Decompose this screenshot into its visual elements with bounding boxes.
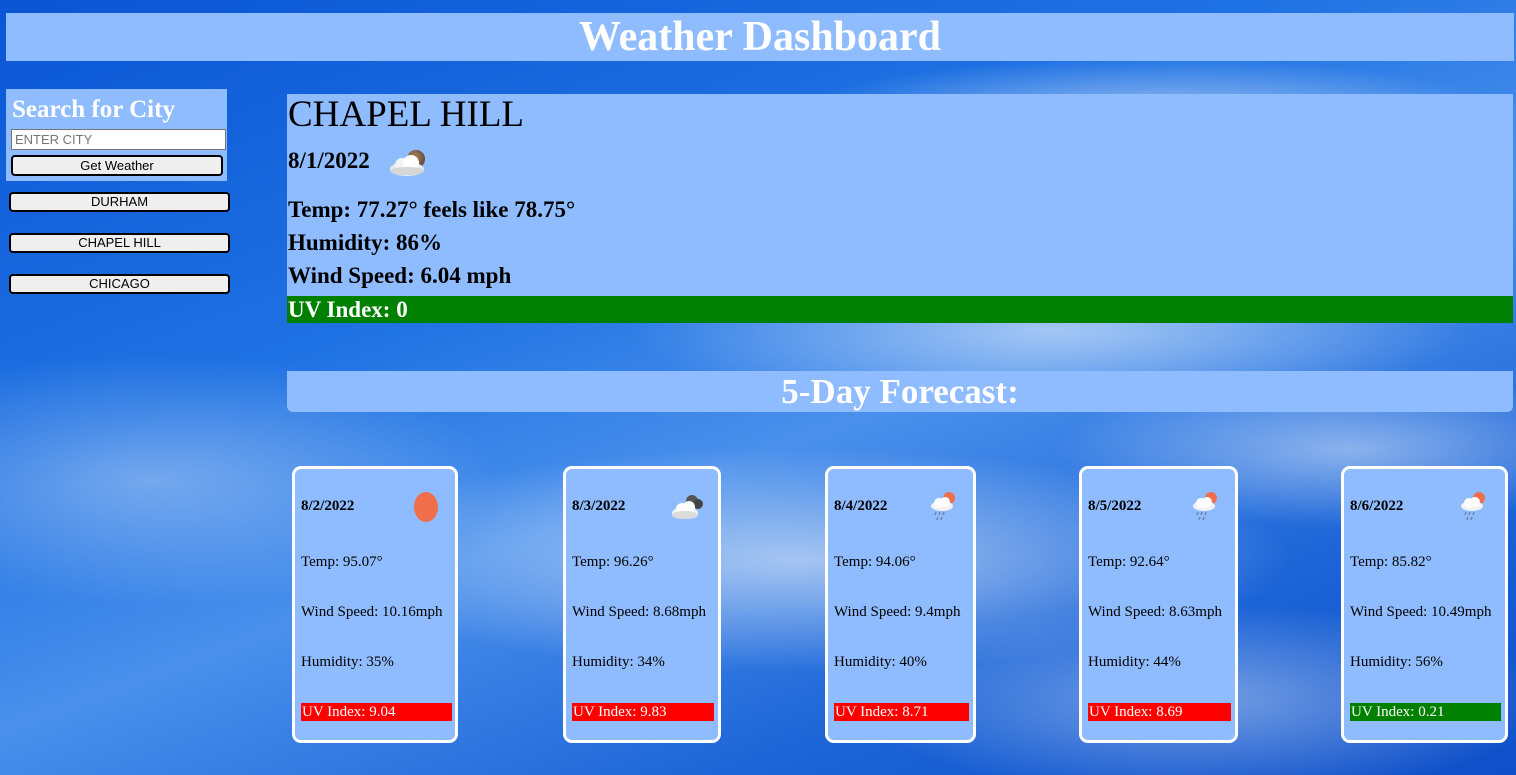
- forecast-wind: Wind Speed: 10.16mph: [301, 604, 443, 620]
- forecast-humidity: Humidity: 34%: [572, 654, 665, 670]
- forecast-temp: Temp: 96.26°: [572, 554, 654, 570]
- forecast-card: 8/5/2022 Temp: 92.64° Wind Speed: 8.63mp…: [1079, 466, 1238, 743]
- rain-icon: [1461, 492, 1485, 521]
- forecast-uv-index: UV Index: 9.04: [301, 703, 452, 721]
- current-city-name: CHAPEL HILL: [288, 94, 525, 135]
- forecast-uv-index: UV Index: 8.69: [1088, 703, 1231, 721]
- page-title: Weather Dashboard: [6, 13, 1514, 61]
- forecast-wind: Wind Speed: 8.63mph: [1088, 604, 1222, 620]
- current-humidity: Humidity: 86%: [288, 230, 442, 255]
- forecast-uv-index: UV Index: 9.83: [572, 703, 714, 721]
- forecast-date: 8/6/2022: [1350, 498, 1404, 514]
- history-city-button[interactable]: CHICAGO: [9, 274, 230, 294]
- forecast-humidity: Humidity: 35%: [301, 654, 394, 670]
- rain-icon: [931, 492, 955, 521]
- search-panel: Search for City Get Weather: [6, 89, 227, 181]
- forecast-card: 8/3/2022 Temp: 96.26° Wind Speed: 8.68mp…: [563, 466, 721, 743]
- get-weather-button[interactable]: Get Weather: [11, 155, 223, 176]
- forecast-date: 8/3/2022: [572, 498, 626, 514]
- clouds-icon: [672, 495, 703, 519]
- partly-cloudy-icon: [390, 150, 425, 176]
- forecast-card: 8/6/2022 Temp: 85.82° Wind Speed: 10.49m…: [1341, 466, 1508, 743]
- forecast-temp: Temp: 95.07°: [301, 554, 383, 570]
- forecast-date: 8/2/2022: [301, 498, 355, 514]
- forecast-wind: Wind Speed: 10.49mph: [1350, 604, 1492, 620]
- forecast-title: 5-Day Forecast:: [287, 371, 1513, 412]
- current-wind-speed: Wind Speed: 6.04 mph: [288, 263, 512, 288]
- forecast-card: 8/4/2022 Temp: 94.06° Wind Speed: 9.4mph…: [825, 466, 976, 743]
- forecast-date: 8/5/2022: [1088, 498, 1142, 514]
- history-city-button[interactable]: DURHAM: [9, 192, 230, 212]
- city-search-input[interactable]: [11, 129, 226, 150]
- rain-icon: [1193, 492, 1217, 521]
- forecast-temp: Temp: 92.64°: [1088, 554, 1170, 570]
- current-date: 8/1/2022: [288, 148, 370, 173]
- search-title: Search for City: [12, 96, 175, 123]
- forecast-wind: Wind Speed: 8.68mph: [572, 604, 706, 620]
- forecast-temp: Temp: 94.06°: [834, 554, 916, 570]
- forecast-humidity: Humidity: 56%: [1350, 654, 1443, 670]
- current-weather-panel: CHAPEL HILL 8/1/2022 Temp: 77.27° feels …: [287, 94, 1513, 323]
- sun-icon: [414, 492, 438, 522]
- forecast-wind: Wind Speed: 9.4mph: [834, 604, 961, 620]
- forecast-temp: Temp: 85.82°: [1350, 554, 1432, 570]
- forecast-humidity: Humidity: 44%: [1088, 654, 1181, 670]
- history-city-button[interactable]: CHAPEL HILL: [9, 233, 230, 253]
- forecast-uv-index: UV Index: 0.21: [1350, 703, 1501, 721]
- forecast-card: 8/2/2022 Temp: 95.07° Wind Speed: 10.16m…: [292, 466, 458, 743]
- forecast-humidity: Humidity: 40%: [834, 654, 927, 670]
- forecast-date: 8/4/2022: [834, 498, 888, 514]
- current-temp: Temp: 77.27° feels like 78.75°: [288, 197, 576, 222]
- current-uv-index: UV Index: 0: [287, 296, 1513, 323]
- forecast-uv-index: UV Index: 8.71: [834, 703, 969, 721]
